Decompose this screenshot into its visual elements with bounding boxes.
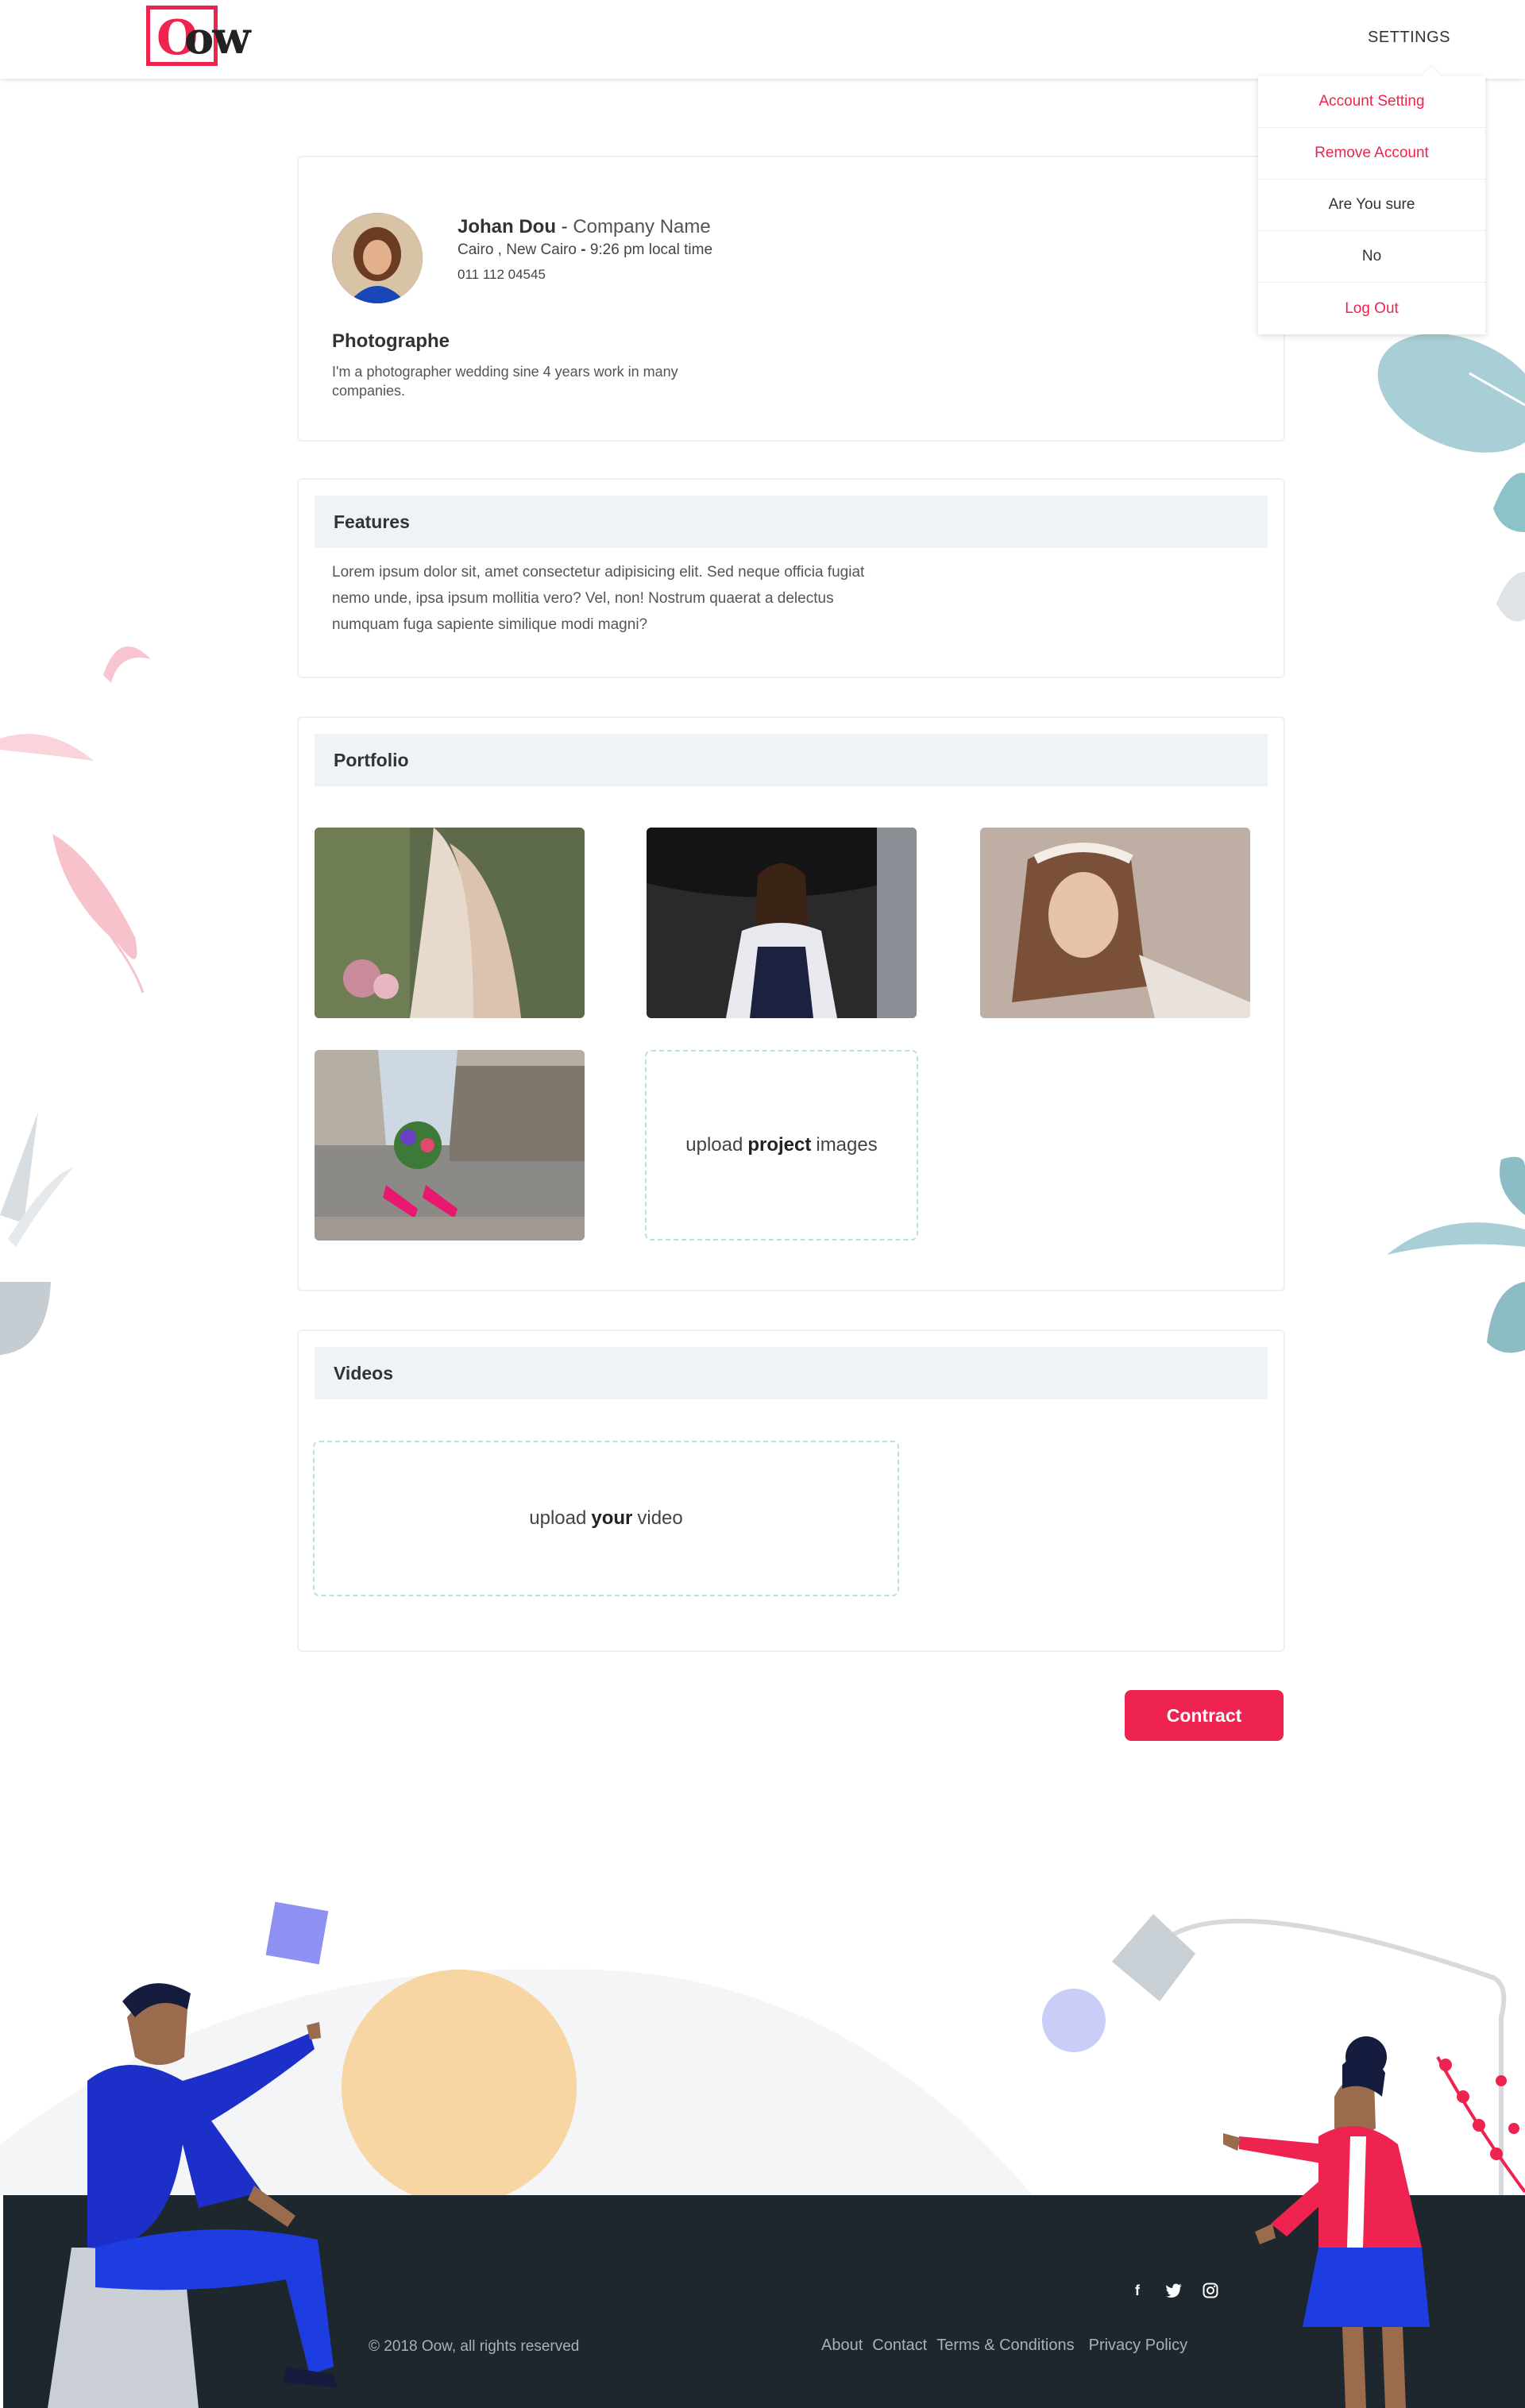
remove-account-item[interactable]: Remove Account <box>1258 128 1485 179</box>
portfolio-heading: Portfolio <box>315 734 1268 786</box>
logo[interactable]: O ow <box>146 5 251 67</box>
footer-link-contact[interactable]: Contact <box>872 2337 927 2355</box>
portfolio-image-pink-shoes[interactable] <box>315 1050 585 1241</box>
profile-local-time: 9:26 pm local time <box>589 241 713 258</box>
profile-city: Cairo , New Cairo <box>458 241 577 258</box>
profile-person-name: Johan Dou <box>458 216 556 237</box>
instagram-icon[interactable] <box>1201 2281 1220 2300</box>
features-heading: Features <box>315 496 1268 548</box>
upload-video[interactable]: upload your video <box>313 1441 899 1596</box>
profile-name: Johan Dou - Company Name <box>458 216 711 238</box>
footer-link-terms[interactable]: Terms & Conditions <box>936 2337 1074 2355</box>
upload-project-images[interactable]: upload project images <box>645 1050 918 1241</box>
features-text: Lorem ipsum dolor sit, amet consectetur … <box>332 564 865 633</box>
footer-links: About Contact Terms & Conditions Privacy… <box>821 2337 1187 2355</box>
profile-location: Cairo , New Cairo - 9:26 pm local time <box>458 241 713 258</box>
leaf-decoration <box>1377 334 1525 453</box>
are-you-sure-item[interactable]: Are You sure <box>1258 179 1485 231</box>
avatar <box>332 213 423 303</box>
footer-link-privacy[interactable]: Privacy Policy <box>1089 2337 1187 2355</box>
log-out-item[interactable]: Log Out <box>1258 283 1485 334</box>
settings-dropdown: Account Setting Remove Account Are You s… <box>1258 76 1485 334</box>
portfolio-image-umbrella-woman[interactable] <box>647 828 917 1018</box>
no-item[interactable]: No <box>1258 231 1485 283</box>
profile-company: Company Name <box>573 216 711 237</box>
portfolio-image-bride-veil[interactable] <box>315 828 585 1018</box>
social-links: f <box>1128 2281 1220 2300</box>
account-setting-item[interactable]: Account Setting <box>1258 76 1485 128</box>
square-decoration <box>265 1901 329 1965</box>
videos-heading: Videos <box>315 1347 1268 1399</box>
profile-title: Photographe <box>332 330 450 352</box>
footer-link-about[interactable]: About <box>821 2337 863 2355</box>
features-card: Features Lorem ipsum dolor sit, amet con… <box>297 478 1285 678</box>
header: O ow SETTINGS <box>0 0 1525 79</box>
portfolio-card: Portfolio upload project images <box>297 716 1285 1291</box>
settings-menu[interactable]: SETTINGS <box>1368 29 1450 47</box>
contract-button[interactable]: Contract <box>1125 1690 1284 1741</box>
twitter-icon[interactable] <box>1164 2281 1183 2300</box>
profile-name-separator: - <box>556 216 573 237</box>
footer <box>3 2195 1525 2408</box>
profile-phone: 011 112 04545 <box>458 267 546 282</box>
videos-card: Videos upload your video <box>297 1329 1285 1652</box>
profile-bio: I'm a photographer wedding sine 4 years … <box>332 364 678 399</box>
facebook-icon[interactable]: f <box>1128 2281 1147 2300</box>
copyright-text: © 2018 Oow, all rights reserved <box>369 2338 580 2355</box>
portfolio-image-bride-crown[interactable] <box>980 828 1250 1018</box>
profile-card: Johan Dou - Company Name Cairo , New Cai… <box>297 156 1285 442</box>
logo-text: ow <box>184 12 251 64</box>
